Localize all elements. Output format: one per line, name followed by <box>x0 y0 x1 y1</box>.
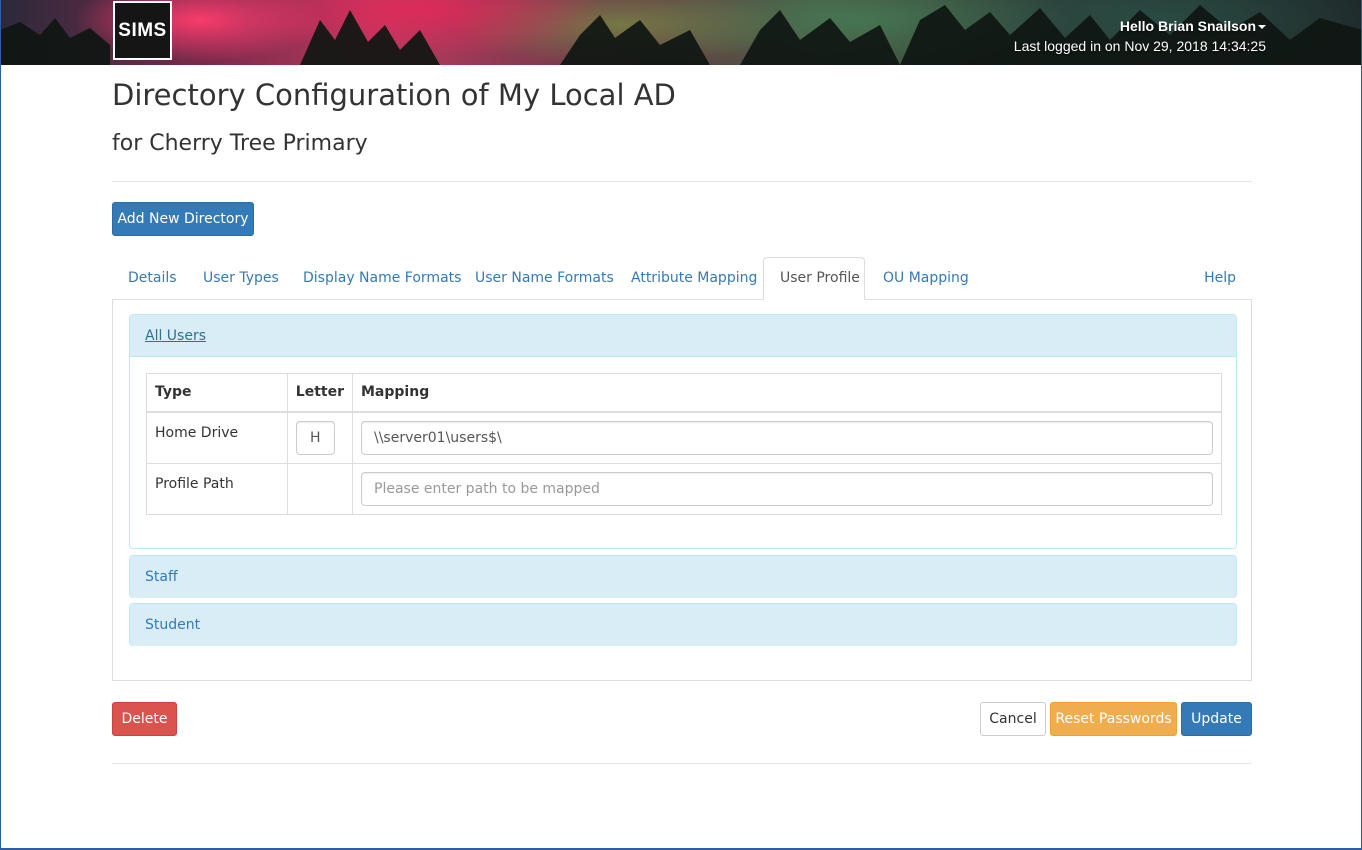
row-type-profile-path: Profile Path <box>146 462 288 515</box>
update-button[interactable]: Update <box>1181 702 1252 736</box>
tab-attribute-mapping[interactable]: Attribute Mapping <box>615 257 773 299</box>
tab-help[interactable]: Help <box>1188 257 1252 299</box>
tab-display-name-formats[interactable]: Display Name Formats <box>287 257 477 299</box>
column-header-type: Type <box>146 373 288 413</box>
profile-path-input[interactable]: Please enter path to be mapped <box>361 471 1213 506</box>
row-letter-cell: H <box>286 411 354 464</box>
table-row: Home Drive H \\server01\users$\ <box>146 411 1222 464</box>
panel-all-users: All Users Type Letter Mapping Home Drive… <box>129 314 1237 549</box>
home-drive-path-input[interactable]: \\server01\users$\ <box>361 420 1213 455</box>
column-header-letter: Letter <box>286 373 354 413</box>
column-header-mapping: Mapping <box>352 373 1222 413</box>
reset-passwords-button[interactable]: Reset Passwords <box>1050 702 1177 736</box>
tab-ou-mapping[interactable]: OU Mapping <box>867 257 985 299</box>
drive-letter-input[interactable]: H <box>295 420 335 455</box>
row-type-home-drive: Home Drive <box>146 411 288 464</box>
user-greeting: Hello Brian Snailson <box>1119 18 1256 34</box>
tab-user-name-formats[interactable]: User Name Formats <box>459 257 630 299</box>
tab-bar: Details User Types Display Name Formats … <box>112 257 1252 300</box>
row-mapping-cell: Please enter path to be mapped <box>352 462 1222 515</box>
last-login-text: Last logged in on Nov 29, 2018 14:34:25 <box>1013 38 1266 54</box>
sims-logo[interactable]: SIMS <box>113 1 172 60</box>
tab-user-profile[interactable]: User Profile <box>763 257 865 300</box>
panel-student-heading[interactable]: Student <box>130 604 1236 646</box>
tab-user-types[interactable]: User Types <box>187 257 295 299</box>
user-menu-toggle[interactable]: Hello Brian Snailson <box>1014 18 1266 35</box>
header-banner: SIMS Hello Brian Snailson Last logged in… <box>0 0 1362 65</box>
caret-down-icon <box>1258 25 1266 30</box>
divider <box>112 181 1252 182</box>
panel-all-users-heading[interactable]: All Users <box>130 315 1236 357</box>
panel-student[interactable]: Student <box>129 603 1237 646</box>
table-header-row: Type Letter Mapping <box>146 373 1222 413</box>
panel-staff[interactable]: Staff <box>129 555 1237 598</box>
delete-button[interactable]: Delete <box>112 702 177 736</box>
panel-staff-title[interactable]: Staff <box>145 569 178 585</box>
user-profile-mapping-table: Type Letter Mapping Home Drive H \\serve… <box>146 373 1222 515</box>
user-menu[interactable]: Hello Brian Snailson Last logged in on N… <box>1014 18 1266 56</box>
panel-all-users-title-link[interactable]: All Users <box>145 328 206 344</box>
tab-details[interactable]: Details <box>112 257 193 299</box>
page-subtitle: for Cherry Tree Primary <box>112 131 368 156</box>
add-new-directory-button[interactable]: Add New Directory <box>112 202 254 236</box>
table-row: Profile Path Please enter path to be map… <box>146 462 1222 515</box>
panel-student-title[interactable]: Student <box>145 617 200 633</box>
row-letter-cell <box>286 462 354 515</box>
cancel-button[interactable]: Cancel <box>980 702 1046 736</box>
page-title: Directory Configuration of My Local AD <box>112 78 676 112</box>
user-profile-tab-content: All Users Type Letter Mapping Home Drive… <box>112 299 1252 681</box>
row-mapping-cell: \\server01\users$\ <box>352 411 1222 464</box>
footer-divider <box>112 763 1252 764</box>
panel-staff-heading[interactable]: Staff <box>130 556 1236 598</box>
